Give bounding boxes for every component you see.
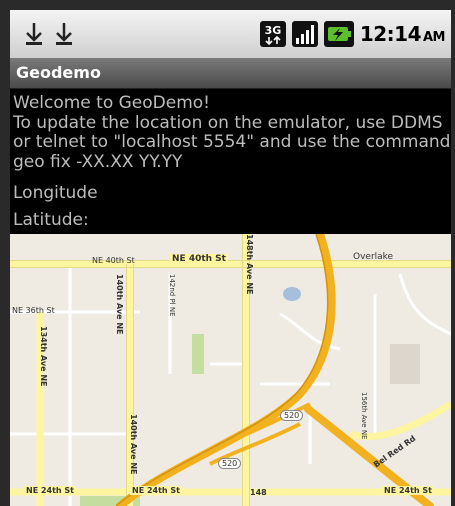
signal-icon	[291, 21, 318, 47]
map-label-street: NE 40th St	[170, 254, 228, 264]
app-title-bar: Geodemo	[10, 58, 451, 89]
welcome-text: Welcome to GeoDemo! To update the locati…	[13, 93, 451, 172]
map-label-place: Overlake	[353, 252, 394, 262]
map-label-street: NE 24th St	[130, 486, 182, 495]
status-bar: 3G 12:14 AM	[10, 10, 451, 58]
welcome-line: geo fix -XX.XX YY.YY	[13, 151, 183, 172]
app-title: Geodemo	[16, 63, 101, 82]
map-label-street: 140th Ave NE	[129, 414, 138, 475]
clock-time: 12:14	[359, 22, 422, 46]
map-label-street: NE 24th St	[24, 486, 76, 495]
download-icon[interactable]	[24, 20, 44, 48]
map-label-street: 142nd Pl NE	[168, 274, 176, 317]
map-label-street: 148th Ave NE	[245, 234, 254, 295]
welcome-line: To update the location on the emulator, …	[13, 112, 443, 133]
map-label-street: 148	[250, 488, 267, 497]
longitude-label: Longitude	[13, 183, 98, 203]
map-view[interactable]: NE 40th St NE 40th St NE 36th St Overlak…	[10, 234, 451, 506]
map-label-street: NE 24th St	[382, 486, 434, 495]
park-area	[192, 334, 204, 374]
map-label-street: NE 40th St	[92, 256, 135, 265]
map-label-street: NE 36th St	[12, 306, 55, 315]
download-icon[interactable]	[54, 20, 74, 48]
map-label-street: 134th Ave NE	[39, 326, 48, 387]
building-block	[390, 344, 420, 384]
device-screen: 3G 12:14 AM Geodemo Welcome to GeoDemo! …	[10, 10, 451, 506]
battery-charging-icon	[323, 21, 354, 47]
clock: 12:14 AM	[359, 22, 446, 46]
network-badge-text: 3G	[264, 24, 281, 37]
route-shield: 520	[280, 410, 304, 421]
map-label-street: 156th Ave NE	[360, 392, 368, 440]
emulator-frame: 3G 12:14 AM Geodemo Welcome to GeoDemo! …	[0, 0, 455, 506]
clock-ampm: AM	[423, 30, 446, 45]
status-icons: 3G 12:14 AM	[259, 20, 446, 48]
route-shield: 520	[218, 458, 242, 469]
latitude-label: Latitude:	[13, 210, 89, 230]
welcome-line: Welcome to GeoDemo!	[13, 93, 210, 113]
pond	[283, 287, 301, 301]
map-label-street: 140th Ave NE	[115, 274, 124, 335]
network-3g-icon: 3G	[259, 21, 286, 47]
welcome-line: or telnet to "localhost 5554" and use th…	[13, 132, 451, 152]
